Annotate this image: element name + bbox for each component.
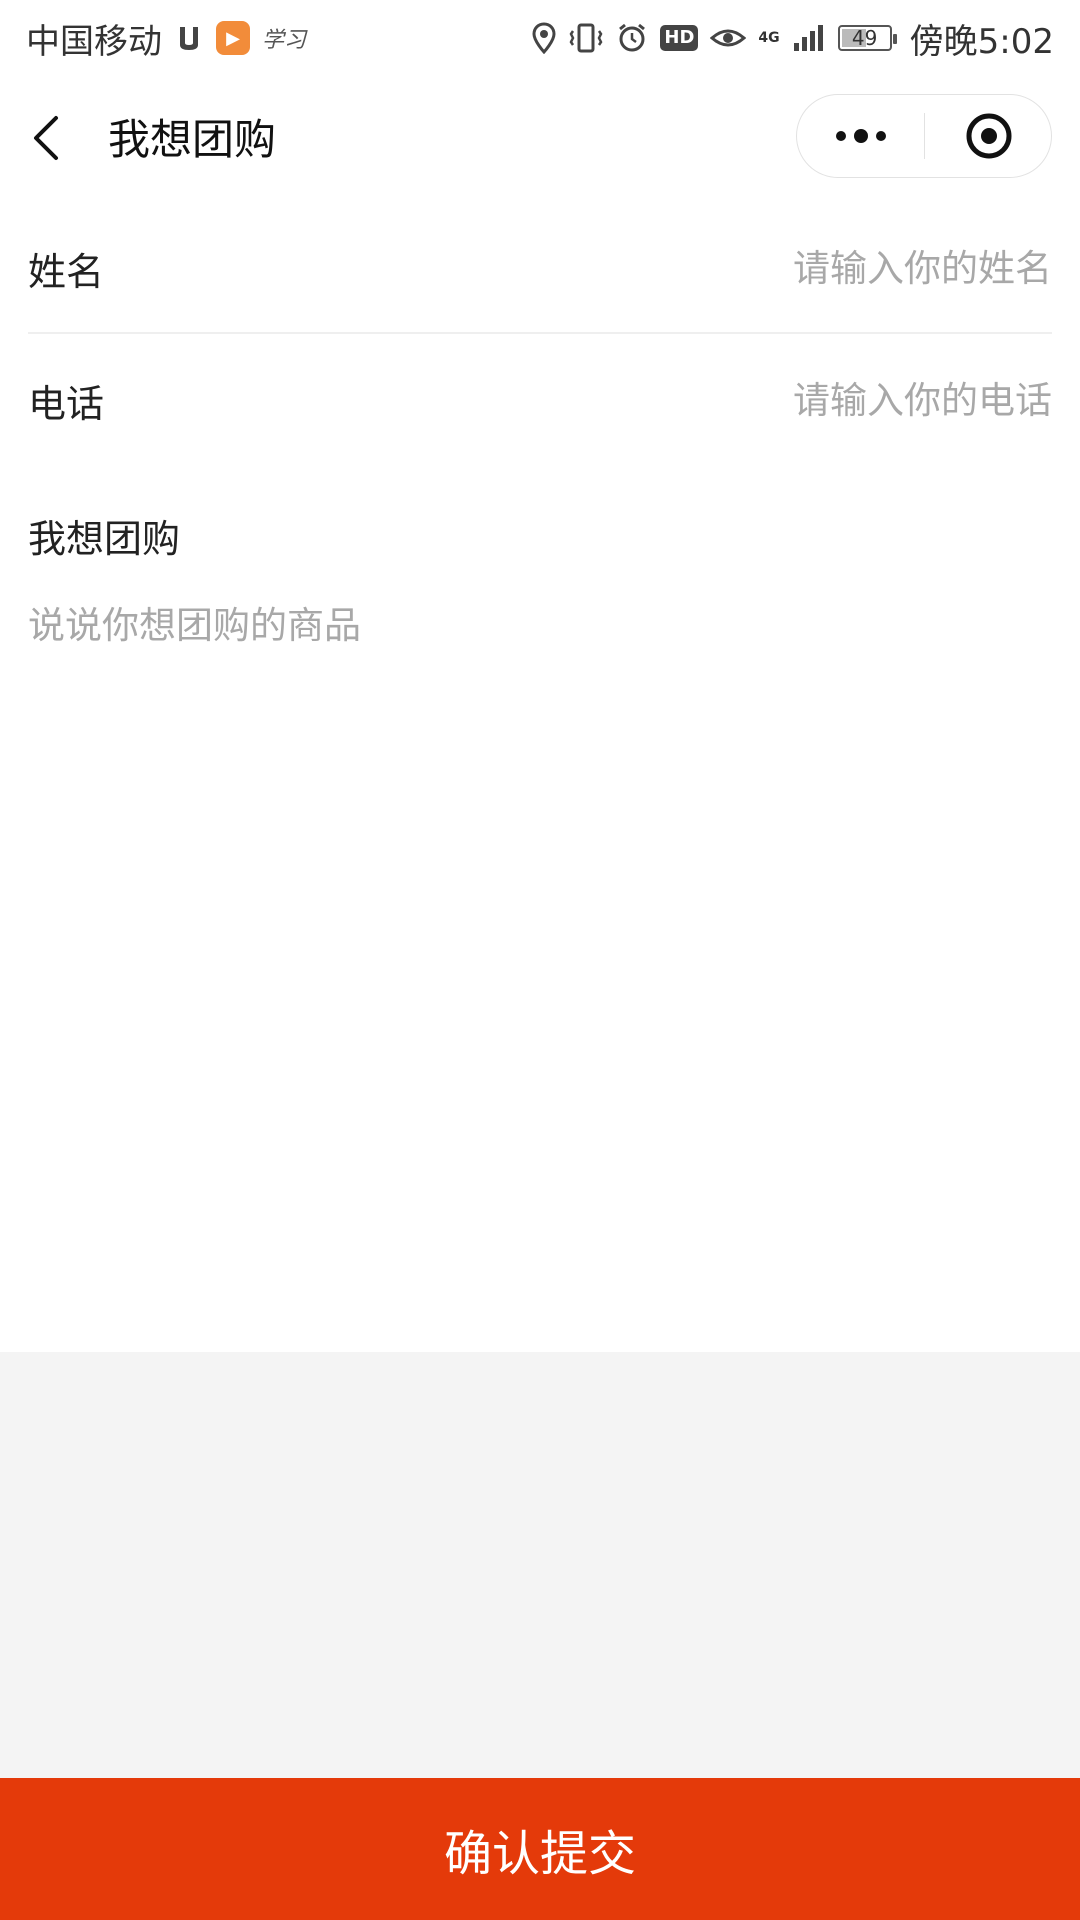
bottom-gray-area xyxy=(0,1352,1080,1778)
more-dots-icon xyxy=(835,129,886,143)
status-bar-left: 中国移动 ▶ 学习 xyxy=(26,14,306,63)
name-row: 姓名 xyxy=(28,204,1052,334)
more-button[interactable] xyxy=(797,95,924,177)
video-app-icon: ▶ xyxy=(216,21,250,55)
page-title: 我想团购 xyxy=(108,115,277,164)
wish-textarea[interactable] xyxy=(28,594,1048,1014)
name-label: 姓名 xyxy=(28,249,105,294)
title-bar: 我想团购 xyxy=(0,76,1080,200)
submit-button[interactable]: 确认提交 xyxy=(0,1778,1080,1920)
alarm-icon xyxy=(616,22,648,54)
signal-icon xyxy=(792,23,826,53)
carrier-name: 中国移动 xyxy=(26,21,162,62)
phone-row: 电话 xyxy=(28,336,1052,464)
status-time: 傍晚5:02 xyxy=(909,21,1054,62)
hd-icon: HD xyxy=(660,25,699,51)
close-button[interactable] xyxy=(925,95,1052,177)
eye-icon xyxy=(710,24,747,52)
miniprogram-capsule xyxy=(796,94,1052,178)
status-bar: 中国移动 ▶ 学习 HD 4G 49 傍晚5:02 xyxy=(0,0,1080,76)
back-button[interactable] xyxy=(30,106,80,170)
phone-label: 电话 xyxy=(28,381,105,426)
phone-input[interactable] xyxy=(492,378,1052,422)
notification-icon xyxy=(174,23,204,53)
name-input[interactable] xyxy=(492,246,1052,290)
battery-level: 49 xyxy=(851,26,878,50)
vibrate-icon xyxy=(568,22,604,54)
back-arrow-icon xyxy=(34,116,58,160)
network-type: 4G xyxy=(758,30,780,46)
battery-icon: 49 xyxy=(837,25,897,51)
xuexi-app-icon: 学习 xyxy=(262,28,307,53)
location-icon xyxy=(532,22,556,54)
wish-label: 我想团购 xyxy=(28,517,181,561)
status-bar-right: HD 4G 49 傍晚5:02 xyxy=(532,14,1054,63)
close-target-icon xyxy=(966,113,1011,159)
